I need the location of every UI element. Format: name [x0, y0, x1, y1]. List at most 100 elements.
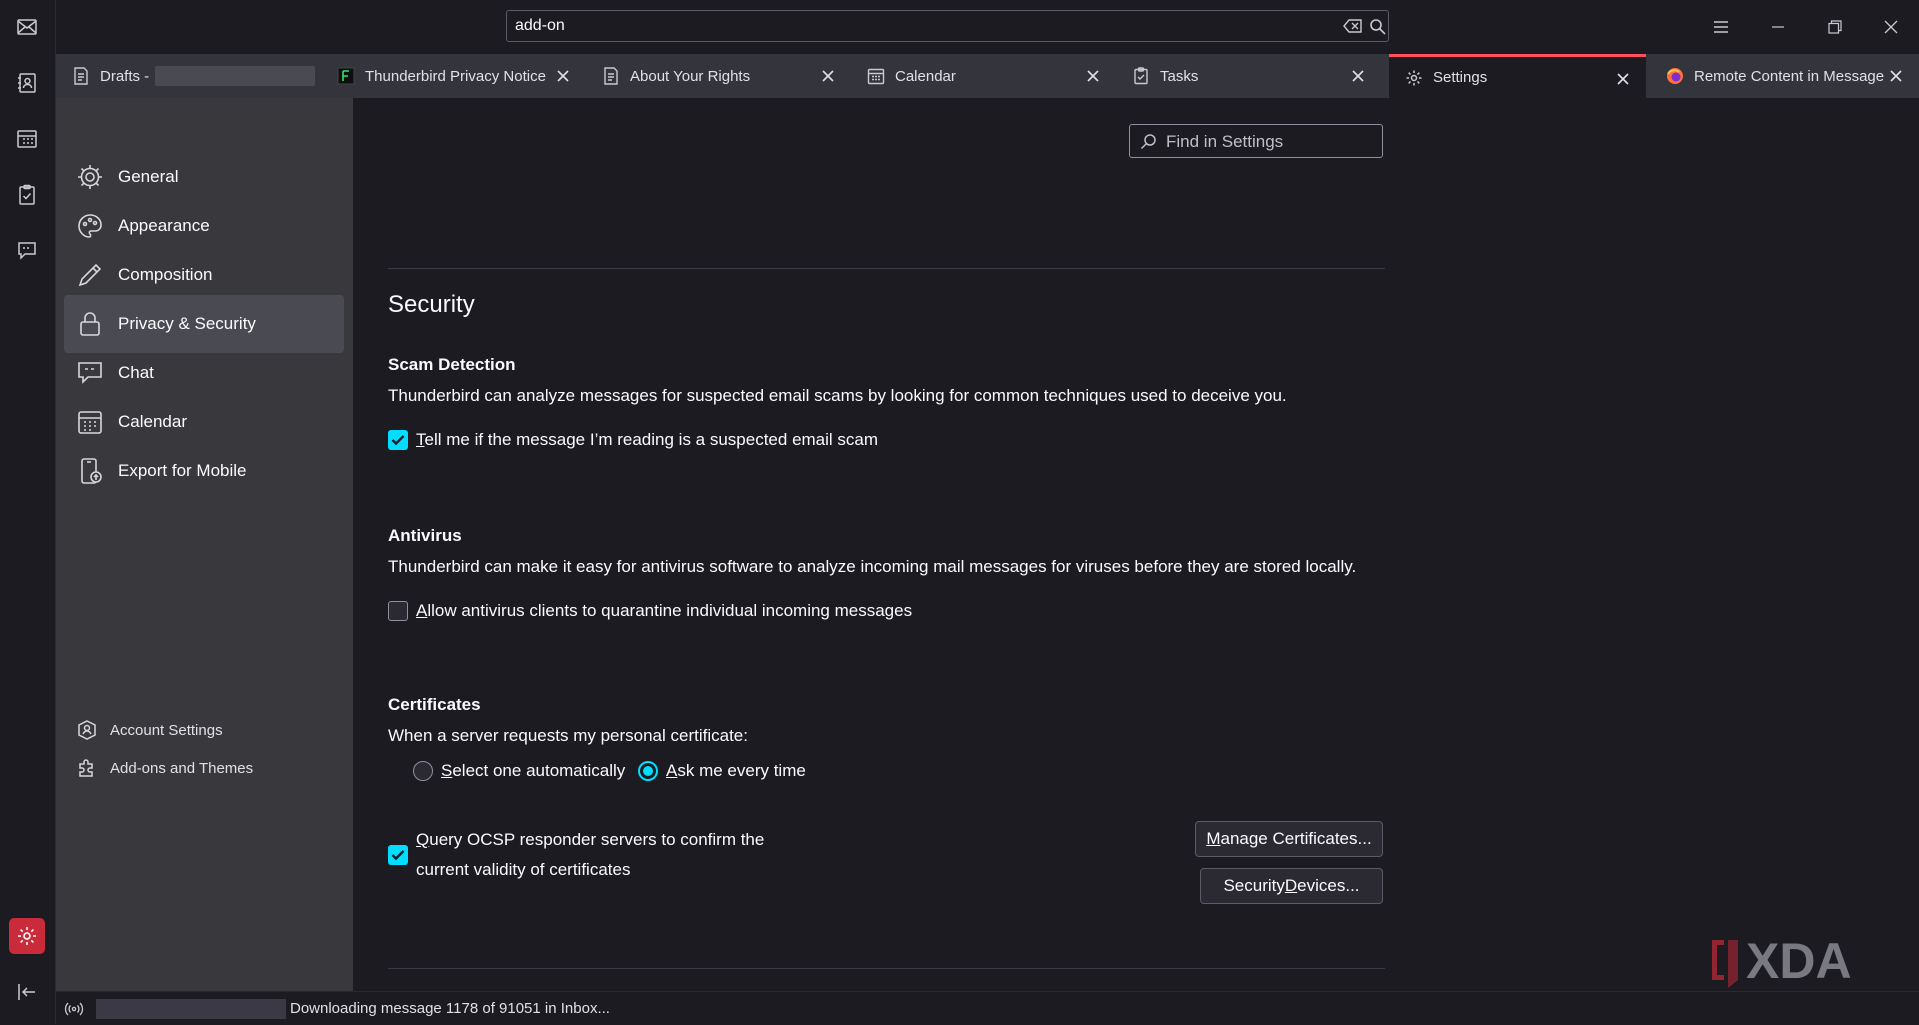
close-tab-icon[interactable] — [554, 67, 572, 85]
restore-icon — [1828, 20, 1842, 34]
nav-label: Composition — [118, 265, 213, 284]
global-search-input[interactable] — [507, 11, 1327, 41]
radio-select-automatically[interactable]: Select one automatically — [413, 761, 625, 781]
unified-search-bar[interactable] — [506, 10, 1389, 42]
minimize-icon — [1771, 20, 1785, 34]
gear-icon — [1405, 69, 1423, 87]
tab-label: About Your Rights — [630, 67, 751, 85]
ocsp-label: Query OCSP responder servers to confirm … — [416, 830, 765, 879]
chat-icon — [76, 359, 104, 387]
redacted-account — [155, 66, 316, 86]
account-icon — [76, 719, 98, 741]
calendar-icon — [867, 67, 885, 85]
nav-account-settings[interactable]: Account Settings — [76, 714, 223, 746]
hamburger-icon — [1713, 20, 1729, 34]
gear-icon — [76, 163, 104, 191]
mail-space-button[interactable] — [8, 8, 46, 46]
minimize-button[interactable] — [1763, 13, 1793, 41]
nav-label: Privacy & Security — [118, 314, 256, 333]
scam-detection-checkbox-row[interactable]: Tell me if the message I’m reading is a … — [388, 430, 878, 450]
nav-foot-label: Account Settings — [110, 721, 223, 739]
close-window-button[interactable] — [1876, 13, 1906, 41]
address-book-space-button[interactable] — [8, 64, 46, 102]
chat-space-button[interactable] — [8, 232, 46, 270]
close-tab-icon[interactable] — [1887, 67, 1905, 85]
collapse-icon — [16, 981, 38, 1003]
calendar-icon — [76, 408, 104, 436]
nav-addons-themes[interactable]: Add-ons and Themes — [76, 752, 253, 784]
tab-label: Remote Content in Message — [1694, 67, 1885, 85]
tab-settings[interactable]: Settings — [1389, 54, 1646, 98]
radio-select-automatically-button[interactable] — [413, 761, 433, 781]
tab-label: Thunderbird Privacy Notice — [365, 67, 546, 85]
online-status-icon[interactable] — [64, 1001, 84, 1017]
scam-detection-label: Tell me if the message I’m reading is a … — [416, 430, 879, 449]
scam-detection-checkbox[interactable] — [388, 430, 408, 450]
document-icon — [72, 67, 90, 85]
nav-label: Chat — [118, 363, 154, 382]
tab-drafts[interactable]: Drafts - — [56, 54, 321, 98]
lock-icon — [76, 310, 104, 338]
status-bar: Downloading message 1178 of 91051 in Inb… — [56, 991, 1919, 1025]
collapse-spaces-button[interactable] — [8, 973, 46, 1011]
tasks-icon — [16, 184, 38, 206]
close-tab-icon[interactable] — [1614, 70, 1632, 88]
tab-privacy-notice[interactable]: Thunderbird Privacy Notice — [321, 54, 586, 98]
spaces-toolbar — [0, 0, 56, 1024]
close-tab-icon[interactable] — [819, 67, 837, 85]
palette-icon — [76, 212, 104, 240]
tab-remote-content[interactable]: Remote Content in Message — [1650, 54, 1919, 98]
document-icon — [602, 67, 620, 85]
find-in-settings[interactable] — [1129, 124, 1383, 159]
antivirus-checkbox[interactable] — [388, 601, 408, 621]
nav-label: Calendar — [118, 412, 187, 431]
tab-label: Settings — [1433, 69, 1488, 86]
mobile-icon — [76, 457, 104, 485]
gear-icon — [16, 925, 38, 947]
app-menu-button[interactable] — [1706, 13, 1736, 41]
tab-calendar[interactable]: Calendar — [851, 54, 1116, 98]
calendar-space-button[interactable] — [8, 120, 46, 158]
certificates-prompt: When a server requests my personal certi… — [388, 726, 748, 745]
radio-ask-every-time-button[interactable] — [638, 761, 658, 781]
settings-nav: General Appearance Composition Privacy &… — [56, 98, 353, 991]
close-tab-icon[interactable] — [1349, 67, 1367, 85]
radio-ask-every-time[interactable]: Ask me every time — [638, 761, 806, 781]
scam-detection-title: Scam Detection — [388, 355, 516, 374]
search-icon[interactable] — [1369, 18, 1386, 35]
section-divider — [388, 268, 1385, 269]
tab-about-rights[interactable]: About Your Rights — [586, 54, 851, 98]
puzzle-icon — [76, 757, 98, 779]
close-tab-icon[interactable] — [1084, 67, 1102, 85]
title-bar — [56, 0, 1919, 54]
radio-ask-every-time-label: Ask me every time — [666, 761, 806, 780]
find-in-settings-input[interactable] — [1164, 125, 1378, 159]
tasks-space-button[interactable] — [8, 176, 46, 214]
ocsp-checkbox-row[interactable]: Query OCSP responder servers to confirm … — [388, 825, 764, 885]
firefox-icon — [1666, 67, 1684, 85]
tab-tasks[interactable]: Tasks — [1116, 54, 1381, 98]
page-icon — [337, 67, 355, 85]
watermark-text: XDA — [1746, 934, 1852, 989]
certificates-title: Certificates — [388, 695, 481, 714]
tab-label: Calendar — [895, 67, 956, 85]
calendar-icon — [16, 128, 38, 150]
settings-space-button[interactable] — [9, 918, 45, 954]
clear-search-icon[interactable] — [1343, 18, 1363, 34]
chat-icon — [16, 240, 38, 262]
antivirus-checkbox-row[interactable]: Allow antivirus clients to quarantine in… — [388, 601, 912, 621]
security-devices-button[interactable]: Security Devices... — [1200, 868, 1383, 904]
nav-label: Appearance — [118, 216, 210, 235]
nav-export-mobile[interactable]: Export for Mobile — [64, 442, 344, 500]
restore-button[interactable] — [1820, 13, 1850, 41]
antivirus-title: Antivirus — [388, 526, 462, 545]
xda-watermark: XDA — [1708, 934, 1888, 990]
nav-foot-label: Add-ons and Themes — [110, 759, 254, 777]
section-divider — [388, 968, 1385, 969]
settings-content: Security Scam Detection Thunderbird can … — [353, 98, 1919, 991]
address-book-icon — [16, 72, 38, 94]
manage-certificates-button[interactable]: Manage Certificates... — [1195, 821, 1383, 857]
ocsp-checkbox[interactable] — [388, 845, 408, 865]
tab-label: Drafts - — [100, 67, 150, 85]
antivirus-label: Allow antivirus clients to quarantine in… — [416, 601, 913, 620]
